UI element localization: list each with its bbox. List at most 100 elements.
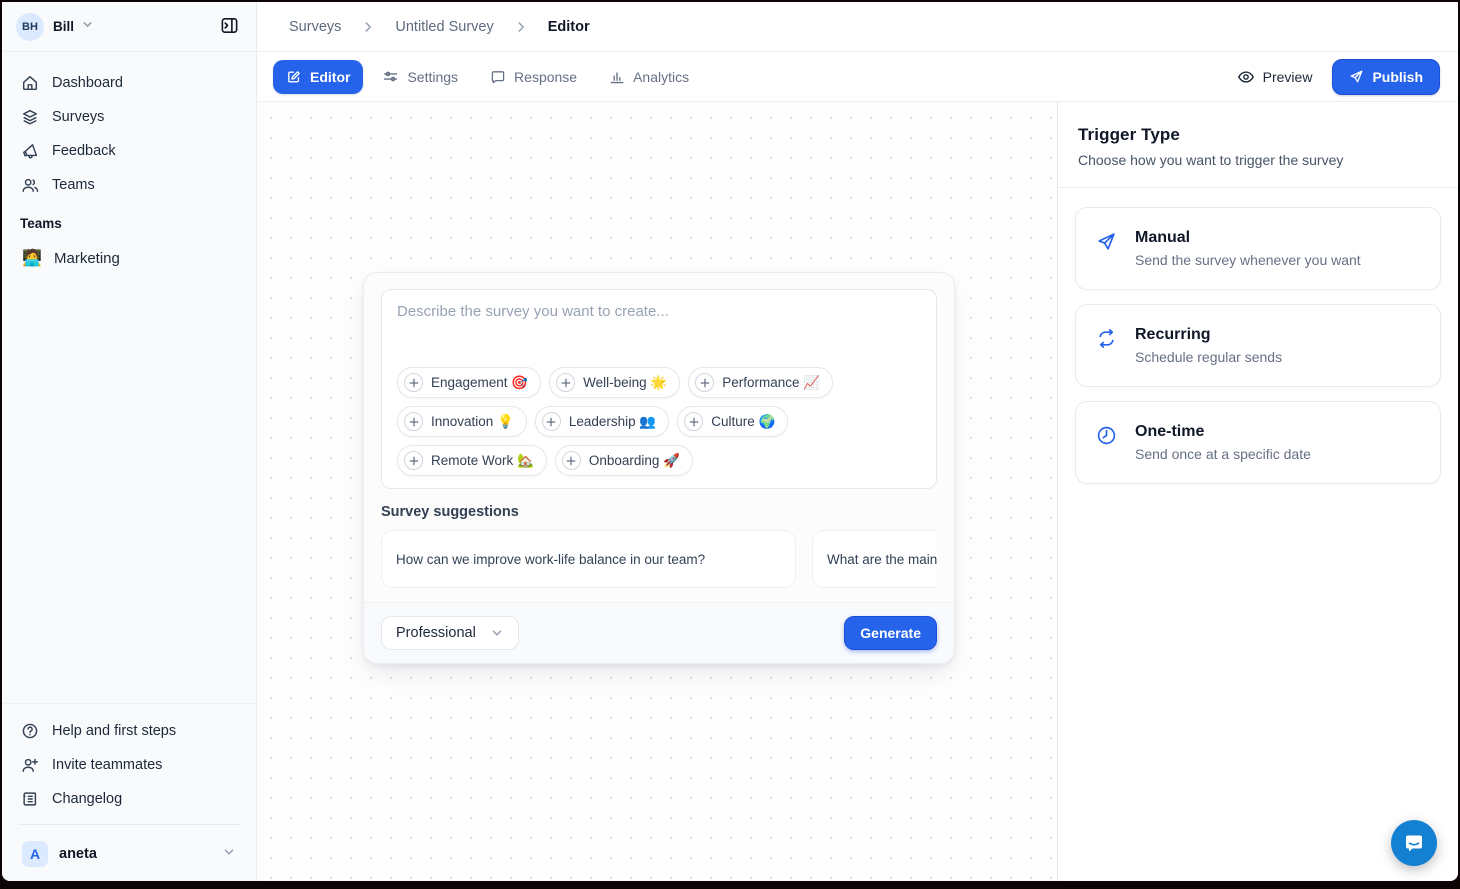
workspace-avatar: BH (16, 13, 44, 41)
trigger-option-one-time[interactable]: One-time Send once at a specific date (1075, 401, 1441, 484)
account-menu[interactable]: A aneta (12, 833, 246, 881)
account-name: aneta (59, 846, 97, 862)
sidebar-item-label: Teams (52, 177, 95, 193)
sidebar-spacer (2, 275, 256, 703)
plus-icon (556, 373, 575, 392)
tab-response[interactable]: Response (477, 60, 590, 94)
sidebar-item-changelog[interactable]: Changelog (12, 782, 246, 816)
sidebar-item-label: Dashboard (52, 75, 123, 91)
sidebar-item-marketing[interactable]: 🧑‍💻 Marketing (12, 241, 246, 275)
chevron-down-icon (222, 845, 236, 864)
publish-label: Publish (1372, 69, 1423, 85)
topic-chip-label: Innovation 💡 (431, 414, 514, 430)
generator-footer: Professional Generate (364, 602, 954, 663)
plus-icon (542, 412, 561, 431)
survey-prompt-input[interactable]: Describe the survey you want to create..… (381, 289, 937, 489)
preview-label: Preview (1263, 69, 1313, 85)
chevron-right-icon (361, 20, 375, 34)
sidebar-item-teams[interactable]: Teams (12, 168, 246, 202)
topic-chip-onboarding[interactable]: Onboarding 🚀 (555, 445, 693, 476)
topic-chip-engagement[interactable]: Engagement 🎯 (397, 367, 541, 398)
sidebar-item-label: Help and first steps (52, 723, 176, 739)
user-plus-icon (20, 756, 39, 775)
trigger-type-panel: Trigger Type Choose how you want to trig… (1057, 102, 1458, 881)
tab-analytics[interactable]: Analytics (596, 60, 702, 94)
chevron-right-icon (514, 20, 528, 34)
sidebar-item-dashboard[interactable]: Dashboard (12, 66, 246, 100)
sidebar-item-surveys[interactable]: Surveys (12, 100, 246, 134)
breadcrumb-surveys[interactable]: Surveys (289, 19, 341, 35)
editor-canvas[interactable]: Describe the survey you want to create..… (257, 102, 1057, 881)
publish-button[interactable]: Publish (1332, 59, 1440, 95)
topic-chip-label: Onboarding 🚀 (589, 453, 680, 469)
sidebar-nav: Dashboard Surveys Feedback Teams (2, 52, 256, 275)
editor-toolbar: Editor Settings Response Analytics (257, 52, 1458, 102)
support-chat-button[interactable] (1391, 820, 1437, 866)
topic-chip-leadership[interactable]: Leadership 👥 (535, 406, 669, 437)
sidebar-item-feedback[interactable]: Feedback (12, 134, 246, 168)
suggestions-title: Survey suggestions (381, 504, 937, 520)
send-icon (1349, 69, 1364, 84)
topic-chip-label: Well-being 🌟 (583, 375, 667, 391)
sidebar-item-label: Invite teammates (52, 757, 162, 773)
plus-icon (695, 373, 714, 392)
bar-chart-icon (609, 69, 625, 85)
generate-button[interactable]: Generate (844, 616, 937, 650)
topic-chip-label: Engagement 🎯 (431, 375, 528, 391)
tone-selected-value: Professional (396, 625, 476, 641)
plus-icon (404, 412, 423, 431)
help-circle-icon (20, 722, 39, 741)
breadcrumb-untitled-survey[interactable]: Untitled Survey (395, 19, 493, 35)
workspace-name: Bill (53, 19, 74, 34)
topic-chip-culture[interactable]: Culture 🌍 (677, 406, 788, 437)
users-icon (20, 176, 39, 195)
user-avatar: A (22, 841, 48, 867)
chevron-down-icon (81, 18, 94, 36)
prompt-placeholder: Describe the survey you want to create..… (397, 303, 921, 320)
topic-chip-label: Remote Work 🏡 (431, 453, 534, 469)
tab-editor[interactable]: Editor (273, 60, 363, 94)
home-icon (20, 74, 39, 93)
tab-label: Settings (407, 69, 458, 85)
breadcrumb-editor: Editor (548, 19, 590, 35)
layers-icon (20, 108, 39, 127)
sidebar-item-label: Feedback (52, 143, 116, 159)
eye-icon (1237, 68, 1255, 86)
topic-chip-label: Leadership 👥 (569, 414, 656, 430)
sidebar-footer: Help and first steps Invite teammates Ch… (2, 703, 256, 881)
tone-select[interactable]: Professional (381, 616, 519, 650)
topic-chip-wellbeing[interactable]: Well-being 🌟 (549, 367, 680, 398)
preview-button[interactable]: Preview (1231, 60, 1319, 94)
trigger-option-title: Manual (1135, 229, 1361, 247)
panel-subtitle: Choose how you want to trigger the surve… (1078, 152, 1438, 168)
sidebar-item-invite[interactable]: Invite teammates (12, 748, 246, 782)
trigger-option-recurring[interactable]: Recurring Schedule regular sends (1075, 304, 1441, 387)
trigger-option-description: Send the survey whenever you want (1135, 252, 1361, 268)
sidebar-collapse-button[interactable] (214, 12, 244, 42)
tab-settings[interactable]: Settings (369, 59, 471, 94)
trigger-option-description: Send once at a specific date (1135, 446, 1311, 462)
topic-chip-list: Engagement 🎯 Well-being 🌟 Performance 📈 (397, 367, 921, 478)
trigger-option-manual[interactable]: Manual Send the survey whenever you want (1075, 207, 1441, 290)
sidebar-section-teams-header: Teams (12, 202, 246, 241)
chat-bubble-icon (1402, 831, 1426, 855)
topic-chip-label: Culture 🌍 (711, 414, 775, 430)
chevron-down-icon (490, 626, 504, 640)
plus-icon (404, 451, 423, 470)
send-icon (1096, 231, 1117, 252)
tab-label: Response (514, 69, 577, 85)
workspace-switcher[interactable]: BH Bill (2, 2, 256, 52)
topic-chip-remote-work[interactable]: Remote Work 🏡 (397, 445, 547, 476)
divider (18, 824, 240, 825)
suggestion-card-2[interactable]: What are the main ob (812, 530, 937, 588)
team-name: Marketing (54, 250, 120, 267)
clock-icon (1096, 425, 1117, 446)
suggestion-card-1[interactable]: How can we improve work-life balance in … (381, 530, 796, 588)
topic-chip-innovation[interactable]: Innovation 💡 (397, 406, 527, 437)
repeat-icon (1096, 328, 1117, 349)
sidebar-item-label: Surveys (52, 109, 104, 125)
topic-chip-performance[interactable]: Performance 📈 (688, 367, 833, 398)
sidebar-item-help[interactable]: Help and first steps (12, 714, 246, 748)
sidebar: BH Bill Dashboard Surv (2, 2, 257, 881)
trigger-option-description: Schedule regular sends (1135, 349, 1282, 365)
